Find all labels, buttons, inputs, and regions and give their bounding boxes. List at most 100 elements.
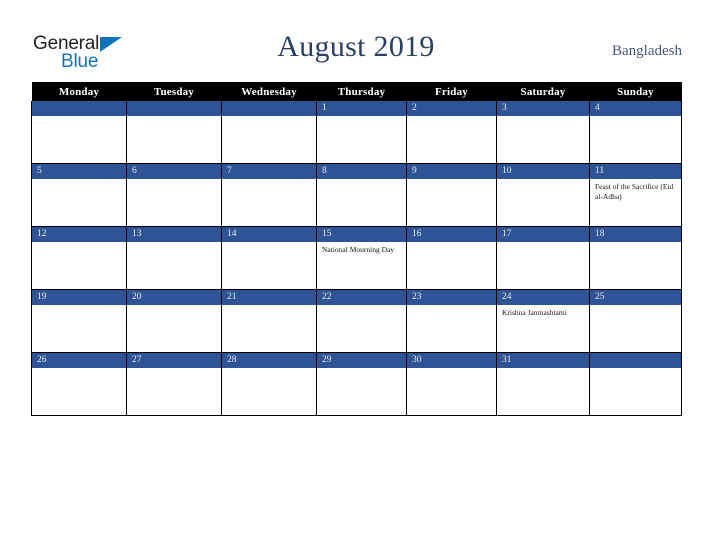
day-event: [591, 368, 681, 371]
day-cell[interactable]: 2: [406, 101, 497, 164]
day-cell[interactable]: 10: [496, 163, 590, 227]
week-row: 19 20 21 22 23 24 Krishna Janmashtami 25: [31, 289, 682, 353]
day-event: [318, 368, 406, 371]
day-cell[interactable]: 9: [406, 163, 497, 227]
day-cell[interactable]: [589, 352, 682, 416]
week-row: 1 2 3 4: [31, 101, 682, 164]
day-number: 18: [590, 227, 681, 242]
day-cell[interactable]: 12: [31, 226, 127, 290]
page-header: General Blue August 2019 Bangladesh: [0, 0, 712, 82]
day-number: 8: [317, 164, 406, 179]
day-cell[interactable]: 19: [31, 289, 127, 353]
day-cell[interactable]: 3: [496, 101, 590, 164]
day-number: 6: [127, 164, 221, 179]
day-number: 2: [407, 101, 496, 116]
day-number: 5: [32, 164, 126, 179]
day-cell[interactable]: 18: [589, 226, 682, 290]
day-cell[interactable]: 11 Feast of the Sacrifice (Eid al-Adha): [589, 163, 682, 227]
day-cell[interactable]: 8: [316, 163, 407, 227]
day-number: 24: [497, 290, 589, 305]
day-number: 23: [407, 290, 496, 305]
day-event: [33, 116, 126, 119]
day-event: [33, 368, 126, 371]
weekday-header-friday: Friday: [406, 82, 497, 101]
weekday-header-monday: Monday: [31, 82, 127, 101]
weekday-header-thursday: Thursday: [316, 82, 407, 101]
day-cell[interactable]: 30: [406, 352, 497, 416]
day-cell[interactable]: 25: [589, 289, 682, 353]
day-cell[interactable]: 6: [126, 163, 222, 227]
day-number: 31: [497, 353, 589, 368]
day-number: 9: [407, 164, 496, 179]
day-number: 1: [317, 101, 406, 116]
day-event: [223, 305, 316, 308]
day-event: [408, 305, 496, 308]
week-row: 26 27 28 29 30 31: [31, 352, 682, 416]
day-event: Krishna Janmashtami: [502, 308, 567, 317]
day-event: [318, 305, 406, 308]
weekday-header-sunday: Sunday: [589, 82, 682, 101]
day-cell[interactable]: [31, 101, 127, 164]
day-cell[interactable]: 1: [316, 101, 407, 164]
day-number: [32, 101, 126, 116]
day-cell[interactable]: 28: [221, 352, 317, 416]
day-event: [408, 368, 496, 371]
day-number: 12: [32, 227, 126, 242]
day-event: [498, 242, 589, 245]
weekday-header-wednesday: Wednesday: [221, 82, 317, 101]
day-cell[interactable]: 20: [126, 289, 222, 353]
day-event: [33, 179, 126, 182]
day-event: [33, 305, 126, 308]
day-number: 16: [407, 227, 496, 242]
day-event: Feast of the Sacrifice (Eid al-Adha): [595, 182, 674, 201]
day-event: [498, 116, 589, 119]
day-event: National Mourning Day: [322, 245, 395, 254]
day-number: 4: [590, 101, 681, 116]
day-cell[interactable]: 26: [31, 352, 127, 416]
day-number: 21: [222, 290, 316, 305]
day-event: [591, 116, 681, 119]
day-cell[interactable]: [221, 101, 317, 164]
day-event: [128, 368, 221, 371]
day-cell[interactable]: 15 National Mourning Day: [316, 226, 407, 290]
day-number: 13: [127, 227, 221, 242]
day-cell[interactable]: 5: [31, 163, 127, 227]
weekday-header-tuesday: Tuesday: [126, 82, 222, 101]
day-number: [222, 101, 316, 116]
day-cell[interactable]: 17: [496, 226, 590, 290]
day-cell[interactable]: 21: [221, 289, 317, 353]
day-number: 15: [317, 227, 406, 242]
day-event: [318, 179, 406, 182]
day-cell[interactable]: 7: [221, 163, 317, 227]
day-event: [223, 242, 316, 245]
day-cell[interactable]: 4: [589, 101, 682, 164]
week-row: 12 13 14 15 National Mourning Day 16 17 1…: [31, 226, 682, 290]
day-number: 20: [127, 290, 221, 305]
day-cell[interactable]: [126, 101, 222, 164]
day-cell[interactable]: 14: [221, 226, 317, 290]
day-number: 25: [590, 290, 681, 305]
day-event: [591, 305, 681, 308]
day-event: [33, 242, 126, 245]
country-label: Bangladesh: [612, 43, 682, 59]
day-number: 17: [497, 227, 589, 242]
day-number: 28: [222, 353, 316, 368]
day-number: 14: [222, 227, 316, 242]
calendar-page: General Blue August 2019 Bangladesh Mond…: [0, 0, 712, 550]
day-cell[interactable]: 31: [496, 352, 590, 416]
day-event: [498, 368, 589, 371]
day-number: [590, 353, 681, 368]
day-event: [591, 242, 681, 245]
day-cell[interactable]: 23: [406, 289, 497, 353]
day-cell[interactable]: 24 Krishna Janmashtami: [496, 289, 590, 353]
day-event: [128, 305, 221, 308]
day-cell[interactable]: 13: [126, 226, 222, 290]
day-cell[interactable]: 29: [316, 352, 407, 416]
day-number: 22: [317, 290, 406, 305]
day-event: [498, 179, 589, 182]
day-event: [408, 116, 496, 119]
day-event: [128, 179, 221, 182]
day-cell[interactable]: 22: [316, 289, 407, 353]
day-cell[interactable]: 27: [126, 352, 222, 416]
day-cell[interactable]: 16: [406, 226, 497, 290]
